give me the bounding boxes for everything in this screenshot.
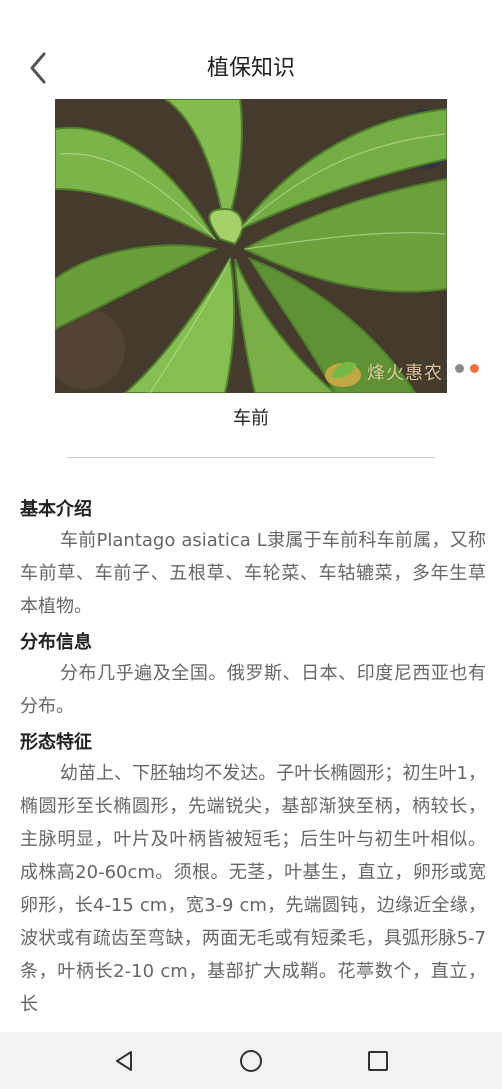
system-nav-bar <box>0 1032 502 1089</box>
pagination-dot[interactable] <box>470 364 479 373</box>
plant-photo-carousel[interactable]: 烽火惠农 <box>55 99 447 393</box>
section-body: 幼苗上、下胚轴均不发达。子叶长椭圆形；初生叶1，椭圆形至长椭圆形，先端锐尖，基部… <box>20 763 486 1015</box>
section-body: 车前Plantago asiatica L隶属于车前科车前属，又称车前草、车前子… <box>20 530 486 617</box>
page-title: 植保知识 <box>206 56 295 81</box>
triangle-back-icon <box>115 1050 132 1071</box>
watermark-text: 烽火惠农 <box>367 363 443 384</box>
knowledge-content: 基本介绍 车前Plantago asiatica L隶属于车前科车前属，又称车前… <box>20 494 486 1027</box>
section-title: 基本介绍 <box>20 499 92 520</box>
section: 分布信息 分布几乎遍及全国。俄罗斯、日本、印度尼西亚也有分布。 <box>20 629 486 723</box>
pagination-dot[interactable] <box>455 364 464 373</box>
leaf-logo-icon <box>325 361 361 387</box>
plant-name: 车前 <box>233 408 269 429</box>
top-bar: 植保知识 <box>0 0 502 100</box>
section-body: 分布几乎遍及全国。俄罗斯、日本、印度尼西亚也有分布。 <box>20 663 486 717</box>
section: 形态特征 幼苗上、下胚轴均不发达。子叶长椭圆形；初生叶1，椭圆形至长椭圆形，先端… <box>20 729 486 1021</box>
circle-home-icon <box>239 1049 262 1072</box>
section-title: 分布信息 <box>20 632 92 653</box>
plant-photo <box>55 99 447 393</box>
section: 基本介绍 车前Plantago asiatica L隶属于车前科车前属，又称车前… <box>20 496 486 623</box>
nav-back-button[interactable] <box>108 1045 140 1077</box>
nav-home-button[interactable] <box>235 1045 267 1077</box>
scroll-fade <box>0 1012 502 1034</box>
square-recents-icon <box>368 1050 389 1071</box>
section-title: 形态特征 <box>20 732 92 753</box>
nav-recents-button[interactable] <box>362 1045 394 1077</box>
carousel-pagination <box>455 364 479 373</box>
watermark-logo: 烽火惠农 <box>323 355 443 389</box>
divider <box>67 457 435 458</box>
